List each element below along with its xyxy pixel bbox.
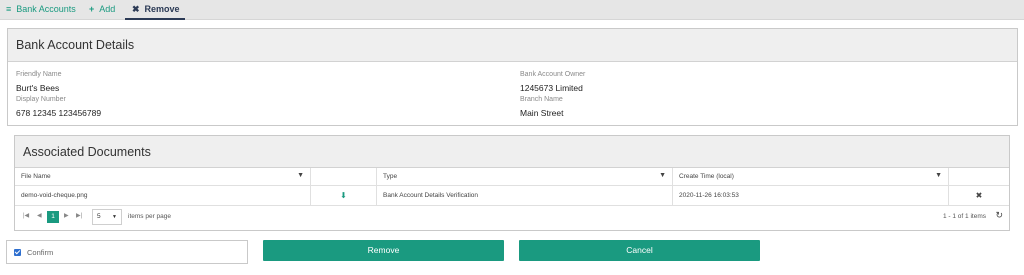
filter-icon[interactable]: ▼ xyxy=(935,172,942,179)
column-file-name-label: File Name xyxy=(21,173,51,180)
file-name-cell: demo-void-cheque.png xyxy=(15,186,311,205)
download-cell: ⬇ xyxy=(311,186,377,205)
associated-documents-panel: Associated Documents File Name ▼ Type ▼ … xyxy=(14,135,1010,231)
column-create-time[interactable]: Create Time (local) ▼ xyxy=(673,168,949,185)
page-size-value: 5 xyxy=(97,213,101,220)
filter-icon[interactable]: ▼ xyxy=(297,172,304,179)
column-download xyxy=(311,168,377,185)
documents-title: Associated Documents xyxy=(15,136,1009,168)
friendly-name-value: Burt's Bees xyxy=(16,83,60,93)
nav-bank-accounts[interactable]: ≡ Bank Accounts xyxy=(6,0,76,20)
next-page-icon[interactable]: ▶ xyxy=(64,212,69,219)
table-row: demo-void-cheque.png ⬇ Bank Account Deta… xyxy=(15,186,1009,206)
top-nav: ≡ Bank Accounts + Add ✖ Remove xyxy=(0,0,1024,20)
branch-label: Branch Name xyxy=(520,96,563,103)
remove-button[interactable]: Remove xyxy=(263,240,504,261)
nav-remove[interactable]: ✖ Remove xyxy=(125,0,185,20)
nav-add-label: Add xyxy=(99,4,116,14)
delete-icon[interactable]: ✖ xyxy=(976,191,983,200)
column-create-time-label: Create Time (local) xyxy=(679,173,734,180)
checkbox-checked-icon[interactable] xyxy=(14,249,21,256)
pager: |◀ ◀ 1 ▶ ▶| 5 ▼ items per page 1 - 1 of … xyxy=(15,208,1009,228)
download-icon[interactable]: ⬇ xyxy=(340,191,347,200)
x-icon: ✖ xyxy=(132,4,140,14)
grid-header-row: File Name ▼ Type ▼ Create Time (local) ▼ xyxy=(15,168,1009,186)
cancel-button[interactable]: Cancel xyxy=(519,240,760,261)
display-number-label: Display Number xyxy=(16,96,66,103)
details-title: Bank Account Details xyxy=(8,29,1017,62)
items-per-page-label: items per page xyxy=(128,213,171,220)
refresh-icon[interactable]: ↻ xyxy=(995,210,1003,221)
chevron-down-icon: ▼ xyxy=(112,214,117,220)
column-type[interactable]: Type ▼ xyxy=(377,168,673,185)
confirm-checkbox[interactable]: Confirm xyxy=(6,240,248,264)
list-icon: ≡ xyxy=(6,4,12,14)
branch-value: Main Street xyxy=(520,108,564,118)
delete-cell: ✖ xyxy=(949,186,1009,205)
prev-page-icon[interactable]: ◀ xyxy=(37,212,42,219)
nav-add[interactable]: + Add xyxy=(89,0,115,20)
bank-account-details-panel: Bank Account Details Friendly Name Burt'… xyxy=(7,28,1018,126)
type-cell: Bank Account Details Verification xyxy=(377,186,673,205)
page-size-select[interactable]: 5 ▼ xyxy=(92,209,122,225)
filter-icon[interactable]: ▼ xyxy=(659,172,666,179)
nav-bank-accounts-label: Bank Accounts xyxy=(16,4,76,14)
column-actions xyxy=(949,168,1009,185)
owner-label: Bank Account Owner xyxy=(520,71,586,78)
current-page-button[interactable]: 1 xyxy=(47,211,59,223)
confirm-label: Confirm xyxy=(27,248,54,257)
column-file-name[interactable]: File Name ▼ xyxy=(15,168,311,185)
owner-value: 1245673 Limited xyxy=(520,83,583,93)
plus-icon: + xyxy=(89,4,95,14)
column-type-label: Type xyxy=(383,173,398,180)
first-page-icon[interactable]: |◀ xyxy=(23,212,29,219)
nav-remove-label: Remove xyxy=(144,4,180,14)
create-time-cell: 2020-11-26 16:03:53 xyxy=(673,186,949,205)
display-number-value: 678 12345 123456789 xyxy=(16,108,102,118)
pager-info: 1 - 1 of 1 items xyxy=(943,213,986,220)
friendly-name-label: Friendly Name xyxy=(16,71,62,78)
last-page-icon[interactable]: ▶| xyxy=(76,212,82,219)
